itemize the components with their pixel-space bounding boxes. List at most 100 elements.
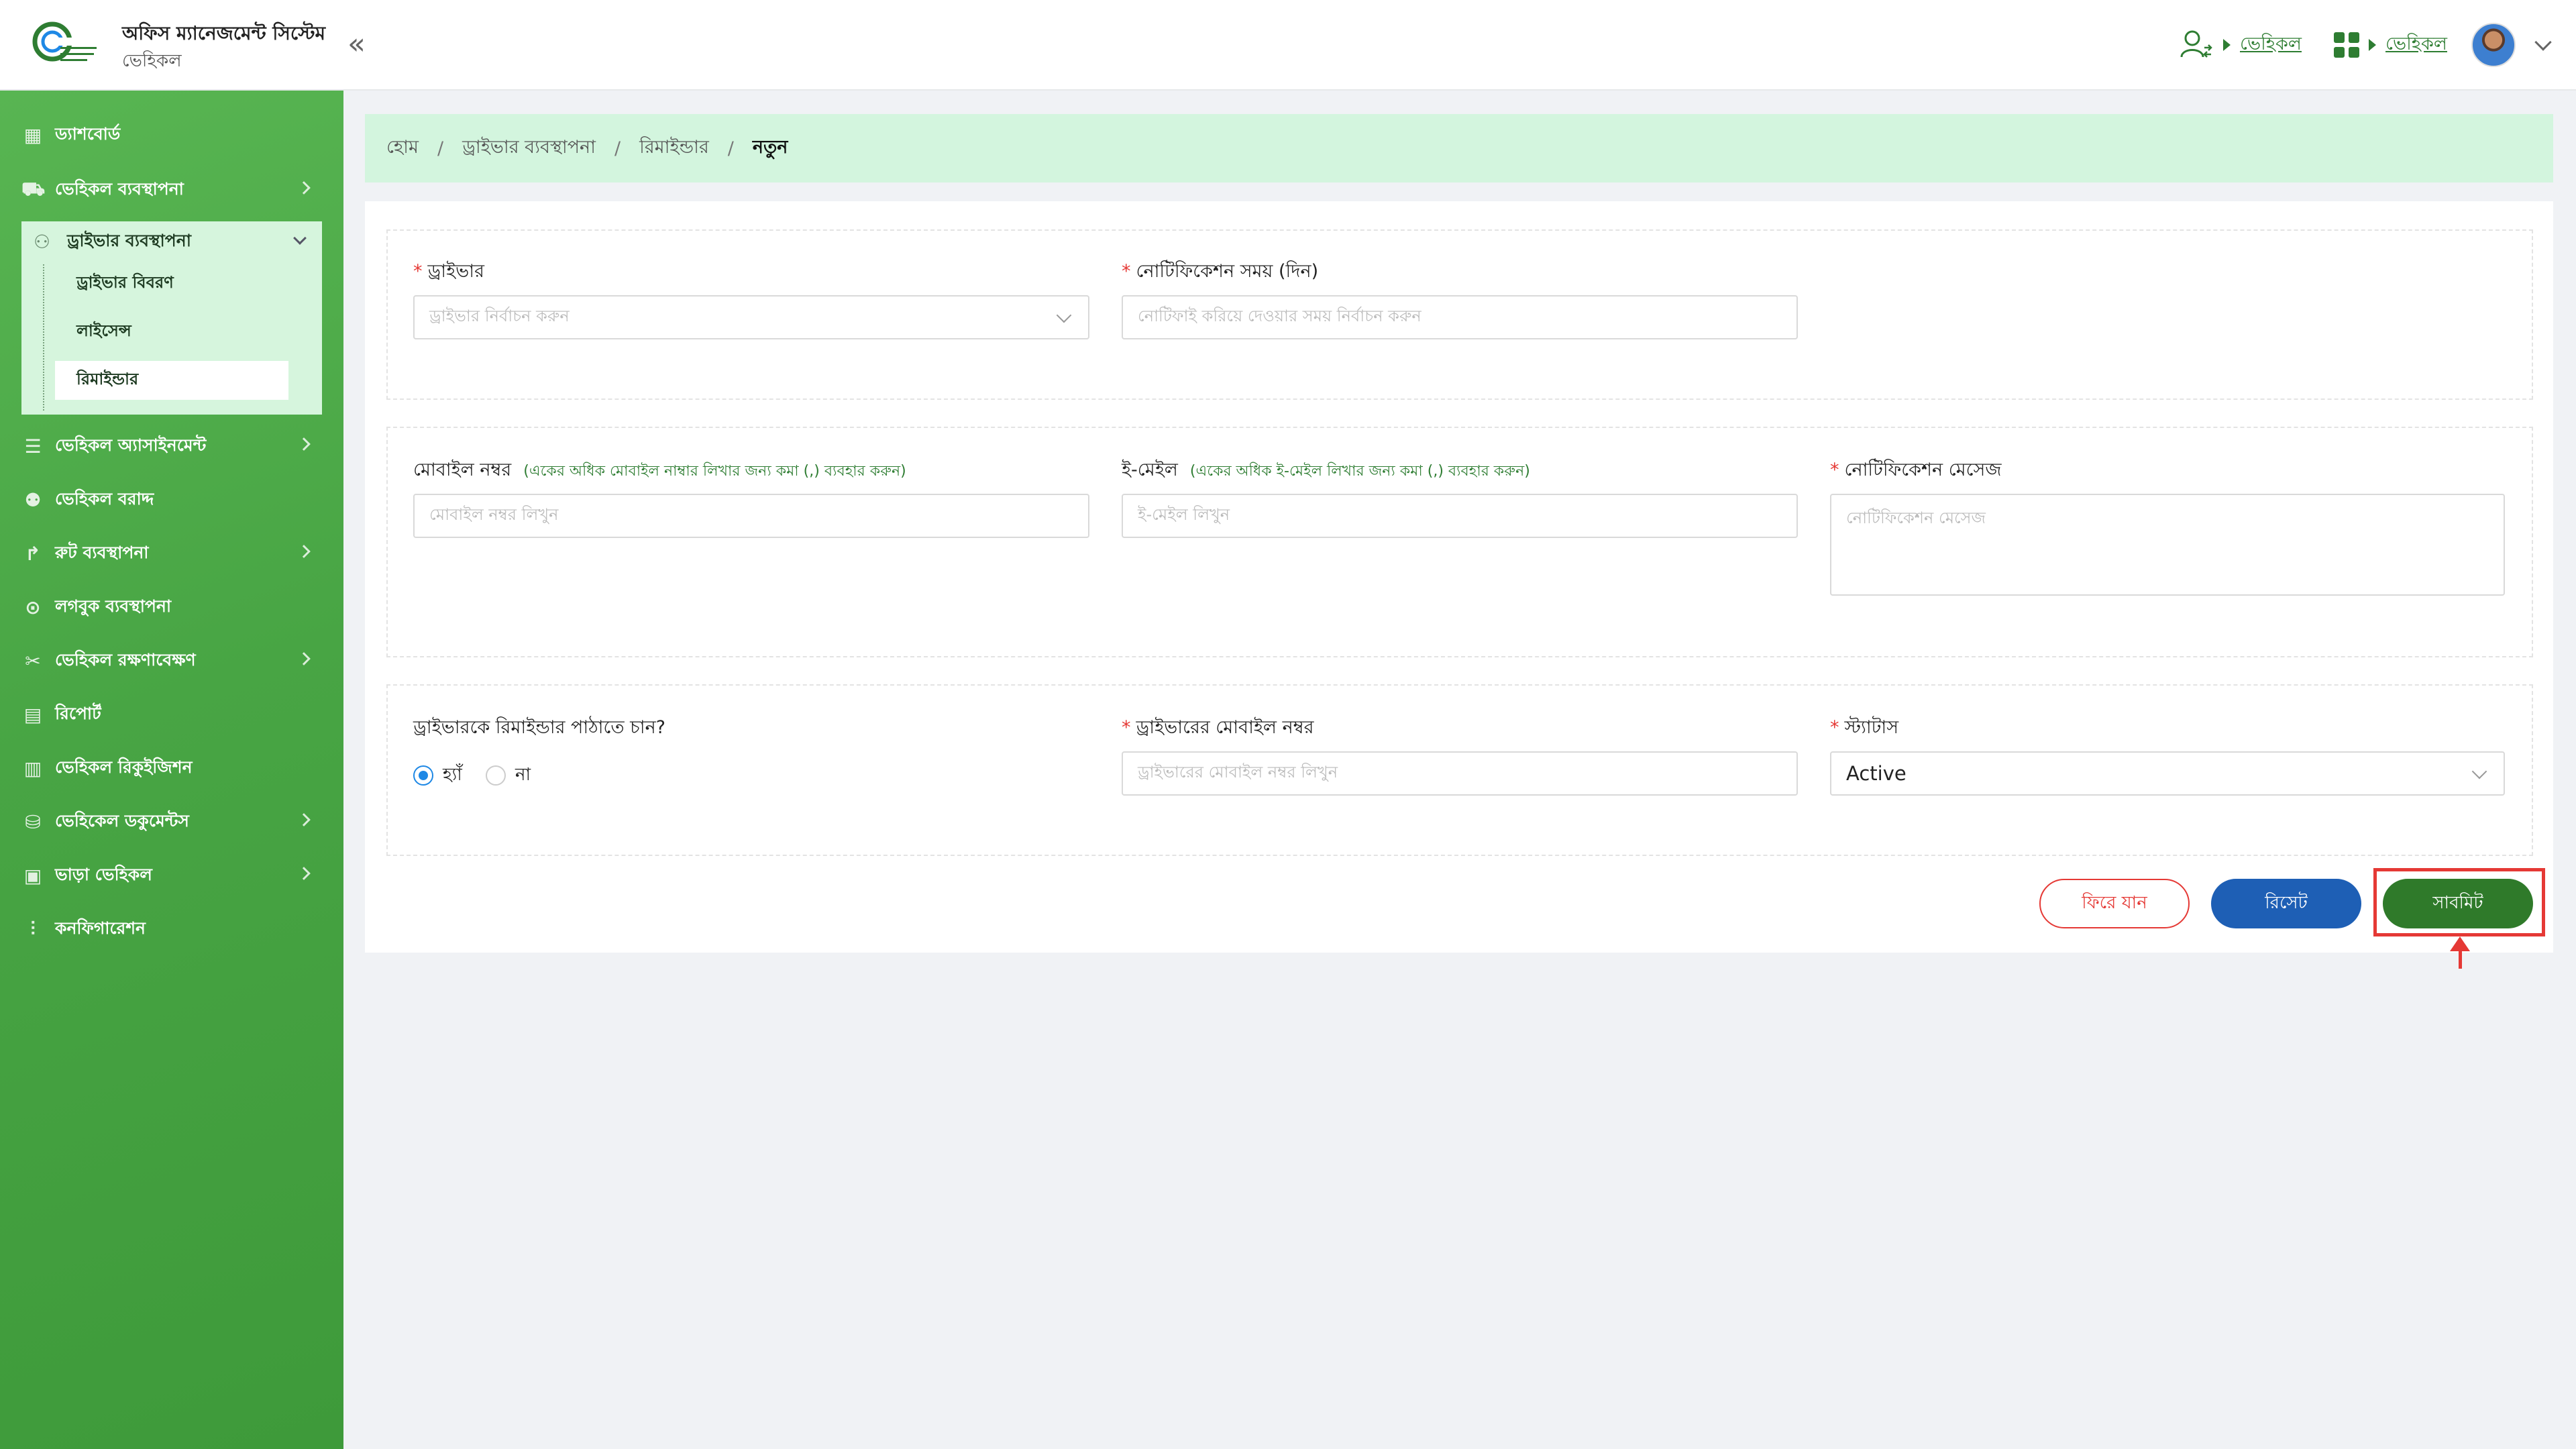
email-label: ই-মেইল (একের অধিক ই-মেইল লিখার জন্য কমা (…	[1122, 460, 1530, 480]
chevron-right-icon	[297, 867, 311, 880]
chevron-right-icon	[297, 813, 311, 826]
radio-no[interactable]: না	[486, 761, 531, 790]
app-subtitle: ভেহিকল	[122, 51, 182, 71]
chevron-right-icon	[297, 181, 311, 195]
chevron-down-icon	[1056, 307, 1072, 323]
sidebar: ▦ ড্যাশবোর্ড ⛟ ভেহিকল ব্যবস্থাপনা ⚇ ড্রা…	[0, 91, 343, 1449]
sidebar-item-vehicle-maintenance[interactable]: ✂ ভেহিকল রক্ষণাবেক্ষণ	[21, 641, 323, 681]
sidebar-item-dashboard[interactable]: ▦ ড্যাশবোর্ড	[21, 115, 323, 155]
radio-unchecked-icon	[486, 765, 506, 786]
driver-icon: ⚇	[34, 230, 51, 253]
submenu-item-driver-details[interactable]: ড্রাইভার বিবরণ	[55, 264, 288, 303]
breadcrumb: হোম / ড্রাইভার ব্যবস্থাপনা / রিমাইন্ডার …	[365, 114, 2553, 182]
sidebar-item-label: ভেহিকেল ডকুমেন্টস	[55, 810, 189, 830]
submenu-item-license[interactable]: লাইসেন্স	[55, 313, 288, 352]
header-link-vehicle-2[interactable]: ভেহিকল	[2385, 30, 2447, 60]
submenu-item-reminder[interactable]: রিমাইন্ডার	[55, 361, 288, 400]
sidebar-item-label: ভেহিকল রিকুইজিশন	[55, 757, 193, 777]
bangladesh-regulatory-authority-logo	[32, 21, 97, 62]
chevron-down-icon	[293, 231, 307, 245]
breadcrumb-reminder[interactable]: রিমাইন্ডার	[639, 133, 709, 164]
sidebar-item-route-management[interactable]: ↱ রুট ব্যবস্থাপনা	[21, 533, 323, 574]
driver-mobile-label: * ড্রাইভারের মোবাইল নম্বর	[1122, 717, 1314, 738]
rental-icon: ▣	[23, 864, 42, 887]
sidebar-item-report[interactable]: ▤ রিপোর্ট	[21, 694, 323, 735]
apps-grid-icon[interactable]	[2334, 32, 2359, 58]
sidebar-item-vehicle-allocation[interactable]: ⚉ ভেহিকল বরাদ্দ	[21, 480, 323, 520]
sidebar-item-vehicle-requisition[interactable]: ▥ ভেহিকল রিকুইজিশন	[21, 748, 323, 788]
sidebar-item-label: ভেহিকল বরাদ্দ	[55, 488, 154, 508]
breadcrumb-separator: /	[727, 138, 734, 159]
radio-checked-icon	[413, 765, 433, 786]
driver-select[interactable]: ড্রাইভার নির্বাচন করুন	[413, 295, 1089, 339]
chevron-right-icon	[297, 652, 311, 665]
app-title: অফিস ম্যানেজমেন্ট সিস্টেম	[122, 22, 326, 44]
arrow-up-icon	[2450, 936, 2470, 951]
status-label: * স্ট্যাটাস	[1830, 717, 1899, 738]
breadcrumb-separator: /	[614, 138, 621, 159]
mobile-label: মোবাইল নম্বর (একের অধিক মোবাইল নাম্বার লি…	[413, 460, 906, 480]
breadcrumb-driver-management[interactable]: ড্রাইভার ব্যবস্থাপনা	[462, 133, 596, 164]
maintenance-icon: ✂	[25, 649, 41, 672]
sidebar-item-vehicle-management[interactable]: ⛟ ভেহিকল ব্যবস্থাপনা	[21, 170, 323, 210]
top-header: অফিস ম্যানেজমেন্ট সিস্টেম ভেহিকল « ভেহিক…	[0, 0, 2576, 91]
submit-highlight-box	[2373, 868, 2545, 936]
breadcrumb-arrow-icon	[2369, 39, 2376, 51]
breadcrumb-current: নতুন	[752, 136, 788, 158]
notification-message-textarea[interactable]: নোটিফিকেশন মেসেজ	[1830, 494, 2505, 596]
header-right-tools: ভেহিকল ভেহিকল	[2179, 21, 2552, 68]
radio-yes[interactable]: হ্যাঁ	[413, 761, 462, 790]
sidebar-item-label: রিপোর্ট	[55, 703, 101, 723]
report-icon: ▤	[23, 703, 42, 726]
sidebar-item-vehicle-assignment[interactable]: ☰ ভেহিকল অ্যাসাইনমেন্ট	[21, 426, 323, 466]
requisition-icon: ▥	[23, 757, 42, 780]
submenu-connector-line	[43, 264, 44, 411]
logbook-icon: ⊙	[25, 596, 41, 619]
sidebar-item-label: রুট ব্যবস্থাপনা	[55, 542, 149, 562]
notification-time-input[interactable]: নোটিফাই করিয়ে দেওয়ার সময় নির্বাচন করু…	[1122, 295, 1798, 339]
dashboard-icon: ▦	[23, 123, 42, 146]
reset-button[interactable]: রিসেট	[2211, 879, 2361, 928]
driver-management-submenu: ⚇ ড্রাইভার ব্যবস্থাপনা ড্রাইভার বিবরণ লা…	[21, 221, 322, 415]
breadcrumb-separator: /	[437, 138, 444, 159]
driver-mobile-input[interactable]: ড্রাইভারের মোবাইল নম্বর লিখুন	[1122, 751, 1798, 796]
sidebar-item-label: লগবুক ব্যবস্থাপনা	[55, 596, 172, 616]
send-reminder-label: ড্রাইভারকে রিমাইন্ডার পাঠাতে চান?	[413, 717, 666, 738]
sidebar-item-label: ড্রাইভার ব্যবস্থাপনা	[67, 230, 191, 250]
mobile-input[interactable]: মোবাইল নম্বর লিখুন	[413, 494, 1089, 538]
notification-message-label: * নোটিফিকেশন মেসেজ	[1830, 460, 2002, 480]
driver-label: * ড্রাইভার	[413, 261, 484, 282]
arrow-shaft	[2459, 950, 2462, 969]
sidebar-item-label: ভেহিকল অ্যাসাইনমেন্ট	[55, 435, 207, 455]
allocation-icon: ⚉	[24, 488, 42, 511]
sidebar-item-label: কনফিগারেশন	[55, 918, 146, 938]
sidebar-item-vehicle-documents[interactable]: ⛁ ভেহিকেল ডকুমেন্টস	[21, 802, 323, 842]
assignment-icon: ☰	[24, 435, 42, 458]
status-select[interactable]: Active	[1830, 751, 2505, 796]
chevron-right-icon	[297, 545, 311, 558]
sidebar-item-rental-vehicle[interactable]: ▣ ভাড়া ভেহিকল	[21, 855, 323, 896]
avatar[interactable]	[2471, 23, 2516, 67]
email-input[interactable]: ই-মেইল লিখুন	[1122, 494, 1798, 538]
notification-time-label: * নোটিফিকেশন সময় (দিন)	[1122, 261, 1319, 282]
chevron-down-icon	[2471, 763, 2487, 780]
back-button[interactable]: ফিরে যান	[2039, 879, 2190, 928]
config-icon: ⫶	[30, 918, 36, 940]
route-icon: ↱	[25, 542, 41, 565]
header-link-vehicle-1[interactable]: ভেহিকল	[2240, 30, 2302, 60]
sidebar-item-logbook-management[interactable]: ⊙ লগবুক ব্যবস্থাপনা	[21, 587, 323, 627]
chevron-right-icon	[297, 437, 311, 451]
sidebar-item-configuration[interactable]: ⫶ কনফিগারেশন	[21, 909, 323, 949]
documents-icon: ⛁	[25, 810, 41, 833]
chevron-down-icon[interactable]	[2534, 34, 2552, 51]
sidebar-item-label: ভেহিকল ব্যবস্থাপনা	[55, 178, 184, 199]
vehicle-icon: ⛟	[21, 177, 46, 200]
breadcrumb-arrow-icon	[2223, 39, 2231, 51]
sidebar-item-label: ড্যাশবোর্ড	[55, 123, 121, 144]
sidebar-item-driver-management[interactable]: ⚇ ড্রাইভার ব্যবস্থাপনা	[21, 221, 322, 262]
sidebar-item-label: ভাড়া ভেহিকল	[55, 864, 152, 884]
breadcrumb-home[interactable]: হোম	[386, 133, 419, 164]
sidebar-item-label: ভেহিকল রক্ষণাবেক্ষণ	[55, 649, 196, 669]
collapse-sidebar-icon[interactable]: «	[347, 27, 366, 61]
user-switch-icon[interactable]	[2179, 28, 2214, 62]
